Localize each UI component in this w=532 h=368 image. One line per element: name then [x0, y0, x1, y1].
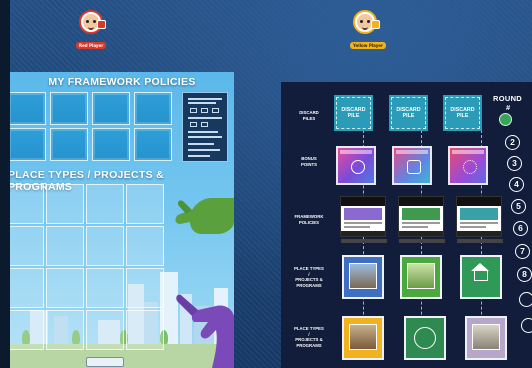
- yellow-player-avatar[interactable]: Yellow Player: [350, 12, 386, 49]
- round-number: 8: [517, 267, 532, 282]
- place-type-slot[interactable]: [10, 268, 44, 308]
- place-type-slot[interactable]: [10, 310, 44, 350]
- cyclist-icon: [414, 327, 436, 349]
- gears-icon: [463, 160, 477, 174]
- policy-slot[interactable]: [10, 128, 46, 161]
- place-type-slot[interactable]: [46, 184, 84, 224]
- round-number: 6: [513, 221, 528, 236]
- purple-hand-illustration: [176, 294, 234, 368]
- house-icon: [467, 263, 495, 289]
- bonus-card[interactable]: [448, 146, 488, 185]
- place-type-slot[interactable]: [86, 310, 124, 350]
- row-label-place-types-1: PLACE TYPES / PROJECTS & PROGRAMS: [294, 266, 324, 288]
- place-type-slot[interactable]: [86, 268, 124, 308]
- yellow-player-name: Yellow Player: [350, 42, 386, 49]
- yellow-player-card-icon: [371, 20, 380, 29]
- round-title: ROUND #: [493, 94, 522, 112]
- red-player-avatar[interactable]: Red Player: [76, 12, 107, 49]
- framework-policy-card[interactable]: [456, 196, 502, 237]
- main-board: DISCARD PILES BONUS POINTS FRAMEWORK POLICI…: [281, 82, 532, 368]
- green-hand-illustration: [175, 198, 234, 234]
- discard-pile[interactable]: DISCARD PILE: [389, 95, 428, 131]
- place-type-slot[interactable]: [126, 268, 164, 308]
- round-number-partial: [521, 318, 532, 333]
- policy-slot[interactable]: [10, 92, 46, 125]
- policy-slot[interactable]: [92, 128, 130, 161]
- framework-policy-card[interactable]: [398, 196, 444, 237]
- place-type-card[interactable]: [460, 255, 502, 299]
- place-type-slot[interactable]: [126, 184, 164, 224]
- round-title-word: ROUND: [493, 94, 522, 103]
- policy-slot[interactable]: [50, 128, 88, 161]
- policy-slot[interactable]: [134, 92, 172, 125]
- round-number-partial: [519, 292, 532, 307]
- red-player-name: Red Player: [76, 42, 107, 49]
- red-player-card-icon: [97, 20, 106, 29]
- discard-pile[interactable]: DISCARD PILE: [334, 95, 373, 131]
- place-type-card[interactable]: [400, 255, 442, 299]
- place-type-slot[interactable]: [86, 184, 124, 224]
- round-title-hash: #: [506, 103, 511, 112]
- place-type-card[interactable]: [465, 316, 507, 360]
- place-type-slot[interactable]: [10, 226, 44, 266]
- framework-policy-card[interactable]: [340, 196, 386, 237]
- row-label-bonus: BONUS POINTS: [301, 156, 317, 167]
- place-type-slot[interactable]: [126, 226, 164, 266]
- place-type-slot[interactable]: [46, 226, 84, 266]
- bonus-card[interactable]: [392, 146, 432, 185]
- place-type-slot[interactable]: [86, 226, 124, 266]
- round-number: 3: [507, 156, 522, 171]
- policy-slot[interactable]: [92, 92, 130, 125]
- transit-icon: [407, 160, 421, 174]
- player-board: MY FRAMEWORK POLICIES PLACE TYPES / PROJ…: [10, 72, 234, 368]
- policy-slot[interactable]: [134, 128, 172, 161]
- people-icon: [351, 160, 365, 174]
- park-photo: [407, 263, 435, 289]
- row-label-framework: FRAMEWORK POLICIES: [294, 214, 324, 225]
- place-type-card[interactable]: [404, 316, 446, 360]
- row-label-place-types-2: PLACE TYPES / PROJECTS & PROGRAMS: [294, 326, 324, 348]
- left-edge-shadow: [0, 0, 10, 368]
- discard-pile[interactable]: DISCARD PILE: [443, 95, 482, 131]
- place-type-slot[interactable]: [46, 310, 84, 350]
- framework-policies-title: MY FRAMEWORK POLICIES: [48, 76, 196, 88]
- turn-instructions-panel: [182, 92, 228, 162]
- row-label-discard: DISCARD PILES: [299, 110, 319, 121]
- place-type-card[interactable]: [342, 316, 384, 360]
- bus-illustration: [86, 357, 124, 367]
- round-marker-token[interactable]: [499, 113, 512, 126]
- round-number: 2: [505, 135, 520, 150]
- bonus-card[interactable]: [336, 146, 376, 185]
- round-number: 5: [511, 199, 526, 214]
- school-photo: [349, 324, 377, 350]
- place-type-card[interactable]: [342, 255, 384, 299]
- building-photo: [349, 263, 377, 289]
- round-number: 4: [509, 177, 524, 192]
- round-number: 7: [515, 244, 530, 259]
- place-type-slot[interactable]: [10, 184, 44, 224]
- policy-slot[interactable]: [50, 92, 88, 125]
- home-photo: [472, 324, 500, 350]
- place-type-slot[interactable]: [126, 310, 164, 350]
- place-type-slot[interactable]: [46, 268, 84, 308]
